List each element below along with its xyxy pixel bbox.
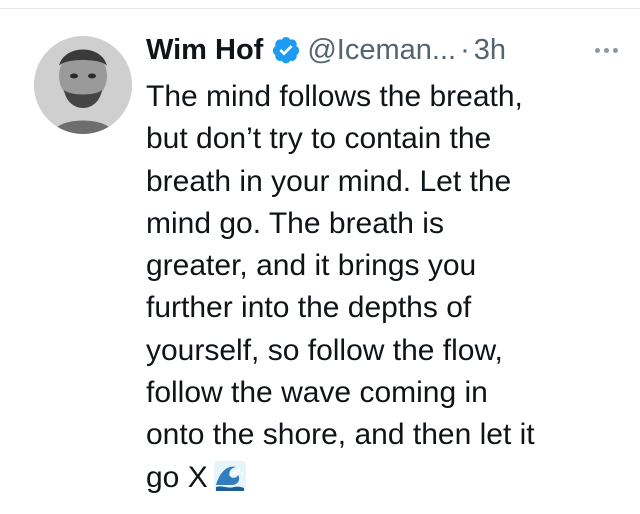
- tweet-text: The mind follows the breath, but don’t t…: [146, 76, 626, 499]
- avatar[interactable]: [34, 36, 132, 134]
- wave-icon: [213, 460, 246, 491]
- avatar-image: [34, 36, 132, 134]
- timestamp[interactable]: 3h: [474, 34, 506, 67]
- more-options-icon[interactable]: [593, 42, 620, 59]
- verified-badge-icon: [273, 37, 300, 64]
- tweet[interactable]: Wim Hof @Iceman... · 3h The mind follows…: [0, 0, 640, 514]
- separator-dot: ·: [460, 33, 470, 66]
- tweet-text-content: The mind follows the breath, but don’t t…: [146, 80, 535, 494]
- author-name[interactable]: Wim Hof: [146, 34, 263, 67]
- author-handle[interactable]: @Iceman...: [307, 34, 456, 67]
- tweet-header: Wim Hof @Iceman... · 3h: [146, 28, 620, 72]
